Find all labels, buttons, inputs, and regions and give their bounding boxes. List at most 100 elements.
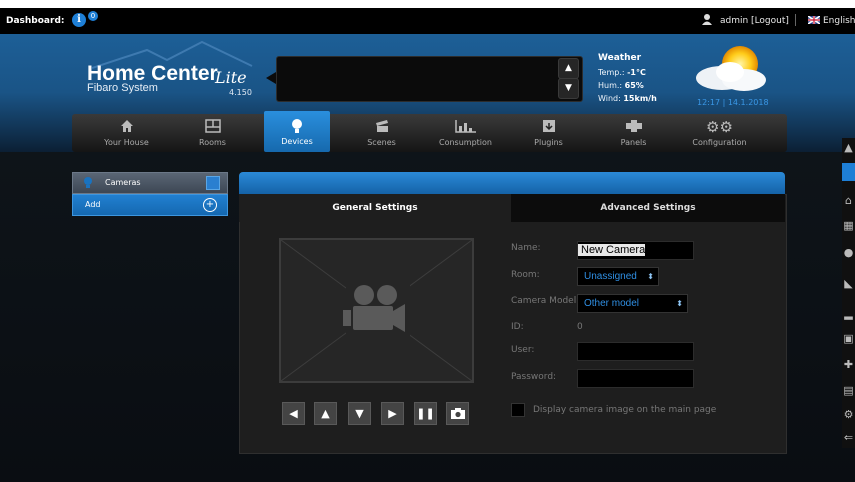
temp-value: -1°C [627,68,646,77]
name-label: Name: [511,243,541,253]
display-on-main-label: Display camera image on the main page [533,405,717,415]
plugin-icon [510,119,587,135]
nav-your-house[interactable]: Your House [88,114,165,152]
document-icon[interactable]: ▤ [842,384,855,400]
panels-icon[interactable]: ✚ [842,358,855,374]
panels-icon [595,119,672,135]
nav-scenes[interactable]: Scenes [343,114,420,152]
rooms-icon [174,119,251,135]
house-icon[interactable]: ⌂ [842,194,855,210]
camera-model-select[interactable]: Other model ⬍ [577,294,688,313]
nav-rooms[interactable]: Rooms [174,114,251,152]
pause-icon[interactable]: ❚❚ [414,402,437,425]
logout-icon[interactable]: ⇐ [842,431,855,447]
user-logout-link[interactable]: admin [Logout] [720,16,789,26]
user-label: User: [511,345,535,355]
select-arrows-icon: ⬍ [647,272,654,281]
dashboard-label: Dashboard: [6,16,65,26]
nav-label: Your House [104,138,149,147]
wind-value: 15km/h [623,94,657,103]
uk-flag-icon[interactable] [807,15,821,25]
sidebar-item-label: Cameras [105,178,141,187]
house-icon [88,119,165,135]
logo-version: 4.150 [229,88,252,97]
lightbulb-icon [83,176,93,192]
tab-general-settings[interactable]: General Settings [239,194,511,222]
sidebar-item-label: Add [85,200,101,209]
plugin-icon[interactable]: ▣ [842,332,855,348]
devices-icon[interactable] [842,163,855,181]
camera-preview [279,238,474,383]
nav-label: Configuration [692,138,747,147]
scenes-icon[interactable]: ◣ [842,277,855,293]
rooms-icon[interactable]: ▦ [842,219,855,235]
nav-label: Devices [281,137,313,146]
tab-advanced-settings[interactable]: Advanced Settings [511,194,785,222]
weather-title: Weather [598,53,642,63]
sidebar-item-cameras[interactable]: Cameras [72,172,228,194]
nav-label: Panels [620,138,647,147]
hum-value: 65% [624,81,644,90]
id-label: ID: [511,322,524,332]
temp-label: Temp.: [598,68,625,77]
camera-snapshot-icon[interactable] [446,402,469,425]
nav-plugins[interactable]: Plugins [510,114,587,152]
weather-humidity: Hum.: 65% [598,81,644,90]
lightbulb-icon [264,118,330,134]
camera-model-value: Other model [584,298,640,309]
password-label: Password: [511,372,557,382]
nav-devices[interactable]: Devices [264,111,330,152]
weather-temp: Temp.: -1°C [598,68,646,77]
nav-panels[interactable]: Panels [595,114,672,152]
gear-icon[interactable]: ⚙ [842,408,855,424]
scenes-icon [343,119,420,135]
plus-circle-icon[interactable]: + [203,198,217,212]
room-label: Room: [511,270,540,280]
user-icon [702,14,712,25]
lightbulb-icon[interactable]: ● [842,246,855,262]
display-on-main-checkbox[interactable] [511,403,525,417]
notification-box [276,56,583,102]
pan-left-icon[interactable]: ◀ [282,402,305,425]
house-icon[interactable]: ▲ [842,141,855,157]
right-edge-toolbar [842,138,855,448]
hum-label: Hum.: [598,81,623,90]
nav-label: Consumption [439,138,492,147]
id-value: 0 [577,322,583,332]
nav-label: Plugins [534,138,563,147]
room-select[interactable]: Unassigned ⬍ [577,267,659,286]
tilt-down-icon[interactable]: ▼ [348,402,371,425]
wind-label: Wind: [598,94,621,103]
weather-wind: Wind: 15km/h [598,94,657,103]
top-edge [0,0,855,8]
chart-icon [427,119,504,135]
name-input[interactable]: New Camera [577,241,694,260]
divider [795,14,796,26]
password-input[interactable] [577,369,694,388]
camera-model-label: Camera Model: [511,296,580,306]
select-arrows-icon: ⬍ [676,299,683,308]
nav-configuration[interactable]: ⚙⚙ Configuration [681,114,758,152]
chevron-down-icon[interactable]: ▼ [558,78,579,99]
sidebar-item-add[interactable]: Add + [72,194,228,216]
chevron-up-icon[interactable]: ▲ [558,58,579,79]
sun-cloud-icon [696,46,766,91]
language-link[interactable]: English [823,16,855,26]
name-input-value: New Camera [578,244,646,256]
gears-icon: ⚙⚙ [706,118,733,136]
info-icon[interactable]: i [72,13,86,27]
logo-edition: Lite [215,68,247,87]
logo-subtitle: Fibaro System [87,82,158,94]
weather-datetime: 12:17 | 14.1.2018 [697,98,769,107]
notification-count-icon[interactable]: 0 [88,11,98,21]
room-select-value: Unassigned [584,271,637,282]
pan-right-icon[interactable]: ▶ [381,402,404,425]
tilt-up-icon[interactable]: ▲ [314,402,337,425]
nav-label: Scenes [367,138,396,147]
panel-header-bar [239,172,785,194]
chart-icon[interactable]: ▂ [842,307,855,323]
user-input[interactable] [577,342,694,361]
notification-pointer [266,72,276,84]
list-view-icon[interactable] [206,176,220,190]
nav-consumption[interactable]: Consumption [427,114,504,152]
